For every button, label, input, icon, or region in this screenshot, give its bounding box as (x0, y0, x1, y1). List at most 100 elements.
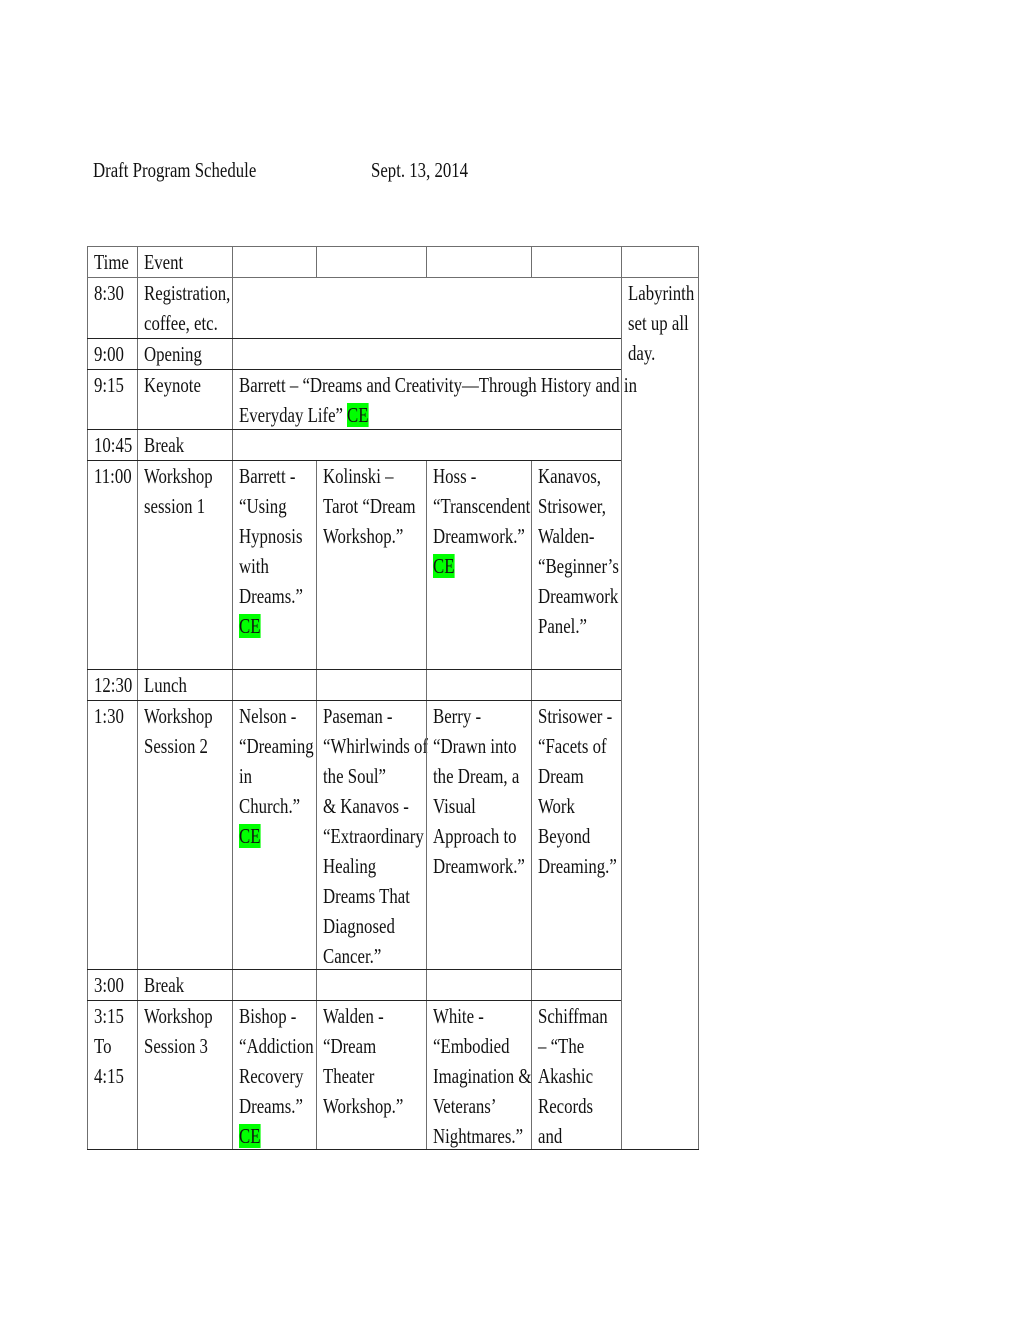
session-text: with (239, 554, 269, 578)
session-text: “Extraordinary (323, 824, 424, 848)
time-label: 10:45 (94, 433, 133, 457)
session-text: White - (433, 1004, 484, 1028)
session-cell (426, 969, 532, 1001)
row-divider (87, 369, 621, 370)
table-bottom-border (87, 1149, 699, 1150)
session-text: Church.” (239, 794, 301, 818)
header-cell (316, 246, 427, 278)
row-divider (87, 700, 621, 701)
session-text: Strisower - (538, 704, 613, 728)
event-label: Keynote (144, 373, 201, 397)
session-text: Beyond (538, 824, 591, 848)
ce-credit-badge: CE (433, 554, 455, 578)
session-text: Veterans’ (433, 1094, 497, 1118)
event-label: session 1 (144, 494, 206, 518)
session-text: – “The (538, 1034, 585, 1058)
session-text: “Whirlwinds of (323, 734, 428, 758)
session-text: Nightmares.” (433, 1124, 524, 1148)
time-label: 12:30 (94, 673, 133, 697)
time-label: 1:30 (94, 704, 124, 728)
ce-credit-badge: CE (239, 824, 261, 848)
session-text: Dreams.” (239, 584, 303, 608)
session-text: Bishop - (239, 1004, 297, 1028)
session-text: Strisower, (538, 494, 606, 518)
session-text: “Using (239, 494, 287, 518)
event-label: coffee, etc. (144, 311, 218, 335)
session-text: “Drawn into (433, 734, 517, 758)
event-label: Session 2 (144, 734, 208, 758)
row-divider (87, 460, 621, 461)
time-label: 3:15 (94, 1004, 124, 1028)
session-text: & Kanavos - (323, 794, 409, 818)
session-cell (531, 969, 622, 1001)
session-text: Approach to (433, 824, 517, 848)
event-label: Registration, (144, 281, 231, 305)
session-text: Tarot “Dream (323, 494, 416, 518)
session-text: Barrett - (239, 464, 296, 488)
session-text: “Facets of (538, 734, 607, 758)
header-cell (426, 246, 532, 278)
time-label: 11:00 (94, 464, 132, 488)
header-cell (232, 246, 317, 278)
event-label: Opening (144, 342, 202, 366)
session-text: Hypnosis (239, 524, 303, 548)
session-text: Dream (538, 764, 584, 788)
side-note-cell (621, 277, 699, 1150)
ce-credit-badge: CE (239, 614, 261, 638)
session-text: Visual (433, 794, 476, 818)
session-text: “Transcendent (433, 494, 531, 518)
time-label: 9:00 (94, 342, 124, 366)
session-text: Berry - (433, 704, 482, 728)
time-label: 9:15 (94, 373, 124, 397)
row-divider (87, 429, 621, 430)
header-cell (531, 246, 622, 278)
session-text: Cancer.” (323, 944, 382, 968)
session-text: Dreamwork.” (433, 524, 525, 548)
session-text: Dreamwork (538, 584, 619, 608)
session-text: Panel.” (538, 614, 587, 638)
session-text: Dreaming.” (538, 854, 617, 878)
session-text: Akashic (538, 1064, 594, 1088)
side-note: Labyrinth (628, 281, 695, 305)
side-note: day. (628, 341, 656, 365)
column-header-event: Event (144, 250, 184, 274)
session-text: “Beginner’s (538, 554, 619, 578)
session-cell (316, 669, 427, 701)
session-text: Imagination & (433, 1064, 532, 1088)
time-cell (87, 700, 138, 970)
session-text: Kolinski – (323, 464, 394, 488)
session-text: and (538, 1124, 563, 1148)
session-text: “Dreaming (239, 734, 314, 758)
session-text: Work (538, 794, 575, 818)
event-label: Workshop (144, 464, 213, 488)
session-text: “Addiction (239, 1034, 314, 1058)
time-label: 3:00 (94, 973, 124, 997)
session-text: Nelson - (239, 704, 297, 728)
header-cell (621, 246, 699, 278)
document-title: Draft Program Schedule (93, 158, 257, 182)
document-date: Sept. 13, 2014 (371, 158, 469, 182)
session-cell (316, 969, 427, 1001)
session-text: Records (538, 1094, 594, 1118)
session-text: Workshop.” (323, 1094, 404, 1118)
event-label: Break (144, 433, 185, 457)
row-divider (87, 669, 621, 670)
session-text: Dreams.” (239, 1094, 303, 1118)
ce-credit-badge: CE (239, 1124, 261, 1148)
session-text: “Embodied (433, 1034, 510, 1058)
session-text: in (239, 764, 253, 788)
merged-cell (232, 429, 622, 461)
merged-cell (232, 277, 622, 339)
event-label: Lunch (144, 673, 187, 697)
session-cell (531, 669, 622, 701)
time-label: 8:30 (94, 281, 124, 305)
side-note: set up all (628, 311, 689, 335)
session-text: Workshop.” (323, 524, 404, 548)
session-text: Walden - (323, 1004, 384, 1028)
ce-credit-badge: CE (347, 403, 369, 427)
session-text: Healing (323, 854, 377, 878)
event-label: Workshop (144, 1004, 213, 1028)
event-label: Workshop (144, 704, 213, 728)
session-text: Theater (323, 1064, 375, 1088)
time-label: To (94, 1034, 112, 1058)
